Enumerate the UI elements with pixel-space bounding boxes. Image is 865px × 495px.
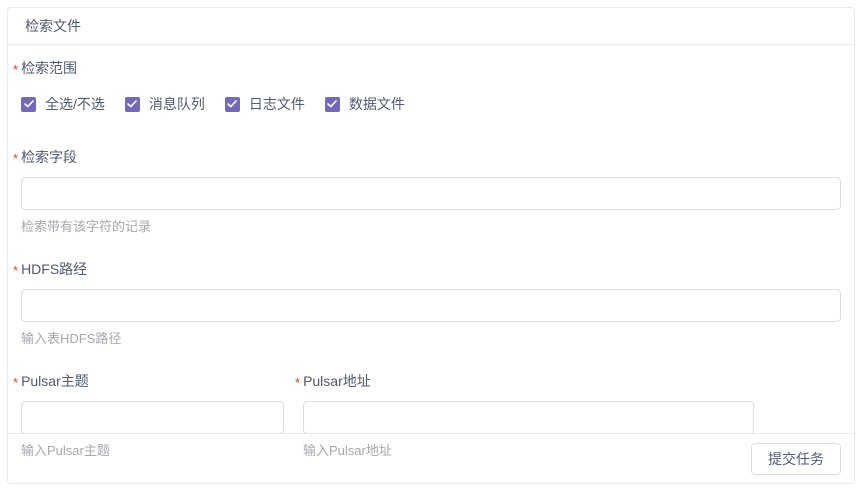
pulsar-address-label-text: Pulsar地址 <box>303 371 371 391</box>
checkbox-checked-icon[interactable] <box>325 97 340 112</box>
search-field-label: * 检索字段 <box>13 147 841 167</box>
hdfs-path-label-text: HDFS路经 <box>21 259 87 279</box>
card-footer: 提交任务 <box>8 433 854 483</box>
form-body: * 检索范围 全选/不选 消息队列 <box>8 45 854 483</box>
checkbox-checked-icon[interactable] <box>21 97 36 112</box>
search-field-input[interactable] <box>21 177 841 210</box>
search-scope-label: * 检索范围 <box>13 58 841 78</box>
checkbox-message-queue[interactable]: 消息队列 <box>125 94 205 114</box>
form-item-search-field: * 检索字段 检索带有该字符的记录 <box>21 147 841 235</box>
search-files-card: 检索文件 * 检索范围 全选/不选 消息队列 <box>7 7 855 484</box>
required-asterisk: * <box>295 376 300 389</box>
pulsar-topic-input[interactable] <box>21 401 284 434</box>
search-scope-label-text: 检索范围 <box>21 58 77 78</box>
checkbox-checked-icon[interactable] <box>125 97 140 112</box>
checkbox-checked-icon[interactable] <box>225 97 240 112</box>
checkbox-data-file[interactable]: 数据文件 <box>325 94 405 114</box>
required-asterisk: * <box>13 63 18 76</box>
search-field-label-text: 检索字段 <box>21 147 77 167</box>
hdfs-path-input[interactable] <box>21 289 841 322</box>
checkbox-log-file[interactable]: 日志文件 <box>225 94 305 114</box>
checkbox-label: 数据文件 <box>349 94 405 114</box>
submit-task-button[interactable]: 提交任务 <box>751 443 841 475</box>
pulsar-address-input[interactable] <box>303 401 754 434</box>
search-field-helper: 检索带有该字符的记录 <box>21 216 841 235</box>
form-item-search-scope: * 检索范围 全选/不选 消息队列 <box>21 58 841 114</box>
checkbox-label: 全选/不选 <box>45 94 105 114</box>
checkbox-select-all[interactable]: 全选/不选 <box>21 94 105 114</box>
checkbox-label: 消息队列 <box>149 94 205 114</box>
form-item-hdfs-path: * HDFS路经 输入表HDFS路径 <box>21 259 841 347</box>
pulsar-topic-label-text: Pulsar主题 <box>21 371 89 391</box>
pulsar-address-label: * Pulsar地址 <box>295 371 754 391</box>
hdfs-path-helper: 输入表HDFS路径 <box>21 328 841 347</box>
pulsar-topic-label: * Pulsar主题 <box>13 371 284 391</box>
hdfs-path-label: * HDFS路经 <box>13 259 841 279</box>
checkbox-label: 日志文件 <box>249 94 305 114</box>
required-asterisk: * <box>13 152 18 165</box>
search-scope-options: 全选/不选 消息队列 日志文件 <box>21 94 841 114</box>
required-asterisk: * <box>13 264 18 277</box>
card-title: 检索文件 <box>8 8 854 45</box>
required-asterisk: * <box>13 376 18 389</box>
